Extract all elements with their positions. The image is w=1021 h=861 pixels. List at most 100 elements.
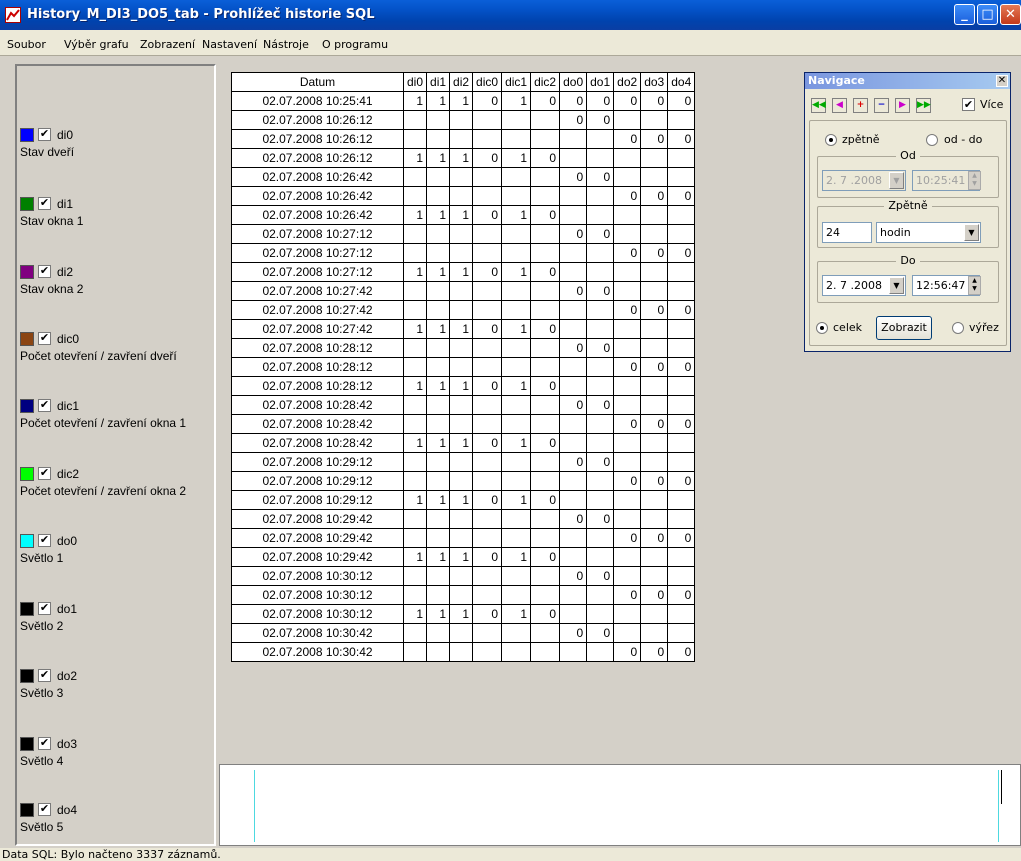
table-row: 02.07.2008 10:28:42 0 0 [231,395,696,415]
cell-do4: 0 [667,357,696,377]
od-time-spin-icon[interactable]: ▲ ▼ [968,171,981,190]
cell-dic0 [472,566,503,586]
cell-do3 [640,395,669,415]
table-row: 02.07.2008 10:26:12 0 0 [231,110,696,130]
cell-dic2: 0 [530,376,561,396]
checkbox-do4[interactable]: ✔ [38,803,51,816]
cell-do1 [586,300,615,320]
color-swatch[interactable] [20,803,34,817]
column-header-dic0[interactable]: dic0 [472,72,503,92]
cell-do2: 0 [613,91,642,111]
checkbox-do2[interactable]: ✔ [38,669,51,682]
color-swatch[interactable] [20,332,34,346]
od-date-dropdown-icon[interactable]: ▼ [889,172,904,189]
color-swatch[interactable] [20,265,34,279]
chart-strip[interactable] [219,764,1021,846]
column-header-do0[interactable]: do0 [559,72,588,92]
cell-do0 [559,300,588,320]
cell-di0 [402,509,428,529]
column-header-do2[interactable]: do2 [613,72,642,92]
color-swatch[interactable] [20,197,34,211]
color-swatch[interactable] [20,534,34,548]
cell-do4 [667,604,696,624]
do-time-spin-icon[interactable]: ▲ ▼ [968,276,981,295]
cell-datum: 02.07.2008 10:28:42 [231,433,404,453]
do-date-dropdown-icon[interactable]: ▼ [889,277,904,294]
radio-celek[interactable] [816,322,828,334]
checkbox-di1[interactable]: ✔ [38,197,51,210]
cell-do2 [613,490,642,510]
vice-checkbox[interactable]: ✔ [962,98,975,111]
radio-vyrez[interactable] [952,322,964,334]
minimize-button[interactable]: _ [954,4,975,25]
column-header-dic2[interactable]: dic2 [530,72,561,92]
cell-do2 [613,623,642,643]
column-header-do1[interactable]: do1 [586,72,615,92]
radio-zpetne[interactable] [825,134,837,146]
column-header-di2[interactable]: di2 [449,72,474,92]
cell-di0 [402,186,428,206]
menu-o-programu[interactable]: O programu [322,38,388,51]
radio-od-do[interactable] [926,134,938,146]
menu-zobrazeni[interactable]: Zobrazení [140,38,195,51]
color-swatch[interactable] [20,399,34,413]
zpetne-title: Zpětně [884,199,932,212]
column-header-dic1[interactable]: dic1 [501,72,532,92]
zoom-out-button[interactable]: − [874,98,889,113]
column-header-di0[interactable]: di0 [402,72,428,92]
close-button[interactable]: ✕ [1000,4,1021,25]
cell-do2 [613,509,642,529]
checkbox-dic0[interactable]: ✔ [38,332,51,345]
column-header-do4[interactable]: do4 [667,72,696,92]
cell-di2: 1 [449,376,474,396]
cell-dic2 [530,281,561,301]
color-swatch[interactable] [20,467,34,481]
prev-button[interactable]: ◀ [832,98,847,113]
column-header-do3[interactable]: do3 [640,72,669,92]
zobrazit-button[interactable]: Zobrazit [876,316,932,340]
nav-close-button[interactable]: ✕ [996,75,1008,87]
cell-di0 [402,167,428,187]
cell-di2 [449,300,474,320]
checkbox-di0[interactable]: ✔ [38,128,51,141]
menu-vyber-grafu[interactable]: Výběr grafu [64,38,129,51]
zoom-in-button[interactable]: + [853,98,868,113]
last-button[interactable]: ▶▶ [916,98,931,113]
menu-nastroje[interactable]: Nástroje [263,38,309,51]
cell-dic0 [472,338,503,358]
cell-do0: 0 [559,167,588,187]
legend-desc: Světlo 5 [20,820,64,834]
color-swatch[interactable] [20,737,34,751]
cell-do2 [613,395,642,415]
cell-do0 [559,528,588,548]
table-row: 02.07.2008 10:26:12 1 1 1 0 1 0 [231,148,696,168]
next-button[interactable]: ▶ [895,98,910,113]
checkbox-dic2[interactable]: ✔ [38,467,51,480]
color-swatch[interactable] [20,128,34,142]
cell-dic1: 1 [501,262,532,282]
column-header-di1[interactable]: di1 [426,72,451,92]
column-header-datum[interactable]: Datum [231,72,404,92]
cell-do4 [667,547,696,567]
checkbox-do1[interactable]: ✔ [38,602,51,615]
nav-title: Navigace [808,74,865,87]
first-button[interactable]: ◀◀ [811,98,826,113]
checkbox-dic1[interactable]: ✔ [38,399,51,412]
color-swatch[interactable] [20,669,34,683]
checkbox-do3[interactable]: ✔ [38,737,51,750]
cell-dic2 [530,395,561,415]
table-row: 02.07.2008 10:27:42 0 0 0 [231,300,696,320]
zpetne-unit-dropdown-icon[interactable]: ▼ [964,224,979,241]
table-row: 02.07.2008 10:26:42 1 1 1 0 1 0 [231,205,696,225]
checkbox-di2[interactable]: ✔ [38,265,51,278]
checkbox-do0[interactable]: ✔ [38,534,51,547]
menu-soubor[interactable]: Soubor [7,38,46,51]
zpetne-value-field[interactable]: 24 [822,222,872,243]
cell-do1: 0 [586,224,615,244]
cell-dic2 [530,566,561,586]
menu-nastaveni[interactable]: Nastavení [202,38,257,51]
color-swatch[interactable] [20,602,34,616]
cell-do0 [559,471,588,491]
cell-dic2: 0 [530,547,561,567]
maximize-button[interactable]: □ [977,4,998,25]
